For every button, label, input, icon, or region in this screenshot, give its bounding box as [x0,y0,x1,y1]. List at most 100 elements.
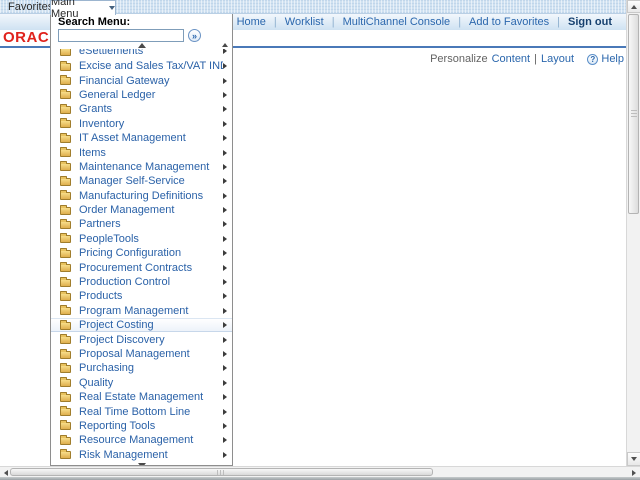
chevron-down-icon [109,6,115,10]
scrollbar-up-button[interactable] [627,0,640,13]
folder-icon [60,262,71,273]
menu-item-row[interactable]: General Ledger [51,88,232,102]
help-link-group[interactable]: ? Help [587,53,624,65]
folder-icon [60,103,71,114]
submenu-arrow-icon [223,120,227,127]
folder-icon [60,204,71,215]
menu-item-label: eSettlements [79,49,144,58]
main-menu-list: Excise and Sales Tax/VAT IND Financial G… [51,59,232,462]
menu-item-row[interactable]: Maintenance Management [51,160,232,174]
folder-icon [60,247,71,258]
menu-clipped-item: eSettlements [51,49,232,59]
personalize-content-link[interactable]: Content [492,53,531,65]
submenu-arrow-icon [223,91,227,98]
menu-item-row[interactable]: Items [51,145,232,159]
menu-item-row[interactable]: Order Management [51,203,232,217]
peoplesoft-window: Favorites Main Menu Home | Worklist | Mu… [0,0,640,480]
submenu-arrow-icon [223,149,227,156]
menu-item-row[interactable]: Project Costing [51,318,232,333]
vertical-scrollbar-thumb[interactable] [628,14,639,214]
submenu-arrow-icon [223,394,227,401]
menu-item-label: IT Asset Management [79,132,186,145]
header-link[interactable]: Home [237,16,266,28]
menu-item-row[interactable]: Real Estate Management [51,390,232,404]
folder-icon [60,132,71,143]
menu-item-row[interactable]: Proposal Management [51,347,232,361]
menu-item-row[interactable]: eSettlements [51,49,232,58]
submenu-arrow-icon [223,106,227,113]
menu-item-label: Order Management [79,204,175,217]
folder-icon [60,190,71,201]
menu-item-label: Manager Self-Service [79,175,185,188]
menu-item-label: Production Control [79,276,171,289]
menu-item-label: Risk Management [79,448,168,461]
folder-icon [60,406,71,417]
folder-icon [60,420,71,431]
menu-item-row[interactable]: Grants [51,102,232,116]
header-link[interactable]: Worklist [285,16,324,28]
submenu-arrow-icon [223,451,227,458]
menu-item-label: Reporting Tools [79,419,156,432]
submenu-arrow-icon [223,250,227,257]
arrow-up-icon [631,4,637,9]
personalize-label: Personalize [430,53,488,65]
search-go-button[interactable]: » [188,29,201,42]
favorites-menu-label: Favorites [8,1,54,13]
header-link[interactable]: MultiChannel Console [343,16,451,28]
submenu-arrow-icon [223,63,227,70]
menu-item-row[interactable]: Products [51,289,232,303]
folder-icon [60,75,71,86]
menu-search-input[interactable] [58,29,184,42]
menu-item-label: Partners [79,218,121,231]
menu-item-row[interactable]: Resource Management [51,433,232,447]
folder-icon [60,175,71,186]
folder-icon [60,89,71,100]
menu-item-row[interactable]: PeopleTools [51,232,232,246]
scroll-up-icon [222,43,228,47]
personalize-layout-link[interactable]: Layout [541,53,574,65]
folder-icon [60,305,71,316]
menu-scroll-up[interactable] [51,42,232,49]
folder-icon [60,118,71,129]
personalize-separator: | [534,53,537,65]
folder-icon [60,233,71,244]
menu-item-row[interactable]: Reporting Tools [51,419,232,433]
vertical-scrollbar[interactable] [626,0,640,466]
menu-item-row[interactable]: Risk Management [51,448,232,462]
menu-item-row[interactable]: Inventory [51,117,232,131]
menu-item-row[interactable]: Production Control [51,275,232,289]
header-link[interactable]: Add to Favorites [469,16,549,28]
menu-item-row[interactable]: Purchasing [51,361,232,375]
help-link[interactable]: Help [601,53,624,65]
menu-item-row[interactable]: Partners [51,217,232,231]
header-links: Home | Worklist | MultiChannel Console |… [237,16,612,28]
menu-item-row[interactable]: Quality [51,376,232,390]
scrollbar-down-button[interactable] [627,452,640,466]
menu-item-row[interactable]: Manufacturing Definitions [51,189,232,203]
header-link[interactable]: Sign out [568,16,612,28]
menu-item-label: Pricing Configuration [79,247,182,260]
submenu-arrow-icon [223,408,227,415]
submenu-arrow-icon [223,422,227,429]
main-menu-tab[interactable]: Main Menu [50,0,116,20]
folder-icon [60,218,71,229]
submenu-arrow-icon [223,178,227,185]
menu-item-row[interactable]: Program Management [51,304,232,318]
folder-icon [60,276,71,287]
horizontal-scrollbar[interactable] [0,466,640,477]
menu-item-label: Products [79,290,123,303]
menu-item-row[interactable]: Pricing Configuration [51,246,232,260]
submenu-arrow-icon [223,192,227,199]
menu-item-label: Procurement Contracts [79,261,193,274]
menu-item-row[interactable]: Manager Self-Service [51,174,232,188]
horizontal-scrollbar-thumb[interactable] [10,468,433,476]
menu-item-row[interactable]: Excise and Sales Tax/VAT IND [51,59,232,73]
folder-icon [60,49,71,56]
menu-item-row[interactable]: Real Time Bottom Line [51,404,232,418]
menu-item-row[interactable]: Procurement Contracts [51,260,232,274]
menu-item-row[interactable]: IT Asset Management [51,131,232,145]
menu-item-row[interactable]: Financial Gateway [51,73,232,87]
submenu-arrow-icon [223,221,227,228]
menu-item-label: Quality [79,376,114,389]
menu-item-row[interactable]: Project Discovery [51,332,232,346]
